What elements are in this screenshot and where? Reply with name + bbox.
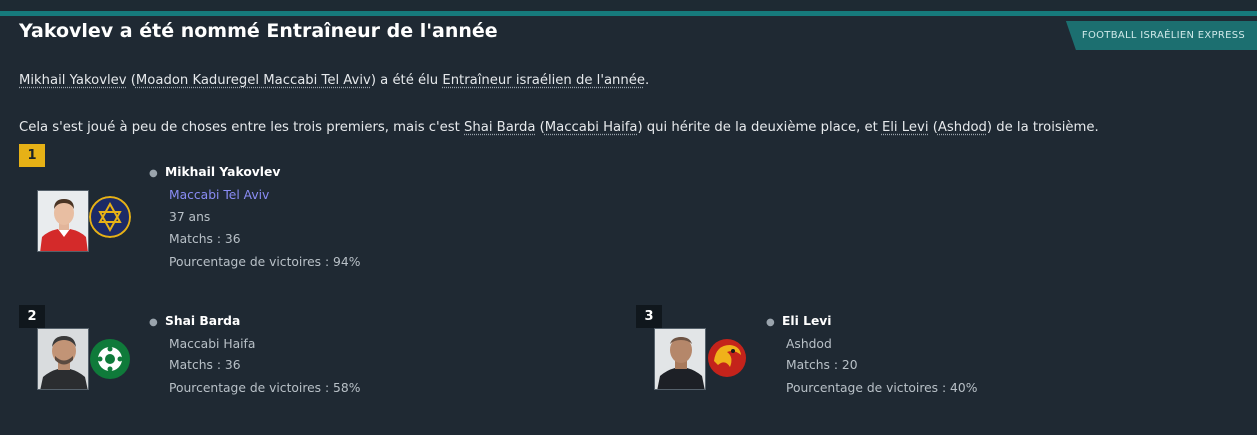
news-paragraph-2: Cela s'est joué à peu de choses entre le… <box>19 120 1099 135</box>
category-badge[interactable]: FOOTBALL ISRAÉLIEN EXPRESS <box>1065 21 1257 50</box>
nominee-name-2-text: Shai Barda <box>165 314 241 328</box>
nominee-club-3[interactable]: Ashdod <box>786 337 832 351</box>
nominee-club-2[interactable]: Maccabi Haifa <box>169 337 255 351</box>
maccabi-haifa-crest-icon[interactable] <box>89 338 131 380</box>
club-link[interactable]: Moadon Kaduregel Maccabi Tel Aviv <box>136 73 371 88</box>
ashdod-crest-icon[interactable] <box>706 337 748 379</box>
rank-badge-2: 2 <box>19 305 45 328</box>
nominee-winpct-1: Pourcentage de victoires : 94% <box>169 255 361 269</box>
third-coach-link[interactable]: Eli Levi <box>882 120 929 135</box>
nominee-matches-2: Matchs : 36 <box>169 358 241 372</box>
maccabi-tel-aviv-crest-icon[interactable] <box>89 196 131 238</box>
text-fragment: ( <box>928 120 938 135</box>
person-icon: ● <box>766 317 775 328</box>
rank-badge-1: 1 <box>19 144 45 167</box>
text-fragment: ( <box>126 73 136 88</box>
coach-photo-levi[interactable] <box>654 328 706 390</box>
news-headline: Yakovlev a été nommé Entraîneur de l'ann… <box>19 20 498 42</box>
coach-photo-yakovlev[interactable] <box>37 190 89 252</box>
text-fragment: ) qui hérite de la deuxième place, et <box>637 120 882 135</box>
nominee-winpct-2: Pourcentage de victoires : 58% <box>169 381 361 395</box>
nominee-name-3[interactable]: ● Eli Levi <box>766 314 832 328</box>
text-fragment: ) de la troisième. <box>986 120 1099 135</box>
nominee-winpct-3: Pourcentage de victoires : 40% <box>786 381 978 395</box>
second-club-link[interactable]: Maccabi Haifa <box>545 120 638 135</box>
top-bar <box>0 0 1257 11</box>
nominee-name-2[interactable]: ● Shai Barda <box>149 314 240 328</box>
nominee-name-1-text: Mikhail Yakovlev <box>165 165 281 179</box>
text-fragment: ) a été élu <box>370 73 443 88</box>
text-fragment: . <box>644 73 650 88</box>
nominee-age-1: 37 ans <box>169 210 211 224</box>
text-fragment: ( <box>535 120 545 135</box>
coach-link[interactable]: Mikhail Yakovlev <box>19 73 127 88</box>
person-icon: ● <box>149 168 158 179</box>
nominee-matches-3: Matchs : 20 <box>786 358 858 372</box>
nominee-name-3-text: Eli Levi <box>782 314 832 328</box>
nominee-club-1[interactable]: Maccabi Tel Aviv <box>169 188 269 202</box>
nominee-matches-1: Matchs : 36 <box>169 232 241 246</box>
person-icon: ● <box>149 317 158 328</box>
text-fragment: Cela s'est joué à peu de choses entre le… <box>19 120 465 135</box>
second-coach-link[interactable]: Shai Barda <box>464 120 535 135</box>
news-paragraph-1: Mikhail Yakovlev (Moadon Kaduregel Macca… <box>19 73 649 88</box>
third-club-link[interactable]: Ashdod <box>938 120 987 135</box>
coach-photo-barda[interactable] <box>37 328 89 390</box>
nominee-name-1[interactable]: ● Mikhail Yakovlev <box>149 165 280 179</box>
rank-badge-3: 3 <box>636 305 662 328</box>
award-link[interactable]: Entraîneur israélien de l'année <box>442 73 645 88</box>
